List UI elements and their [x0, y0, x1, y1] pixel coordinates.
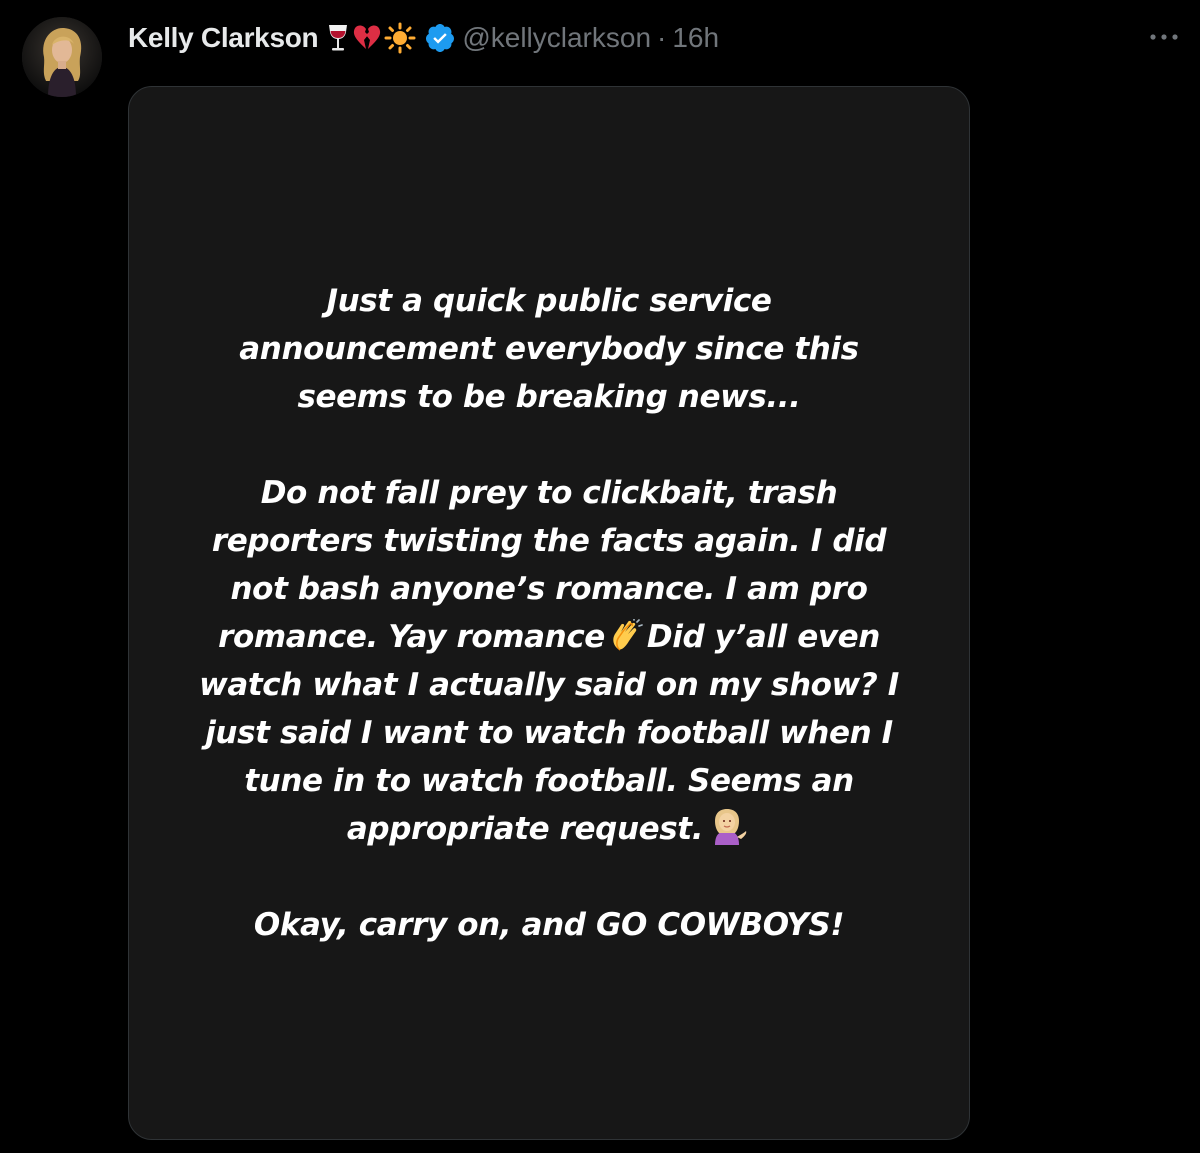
separator-dot: ·: [657, 22, 667, 53]
verified-badge-icon[interactable]: [424, 22, 456, 54]
tweet-header: Kelly Clarkson @kellyclarkson · 16h: [128, 18, 719, 58]
story-line: romance. Yay romance Did y’all even: [129, 613, 969, 661]
story-line: appropriate request.: [129, 805, 969, 853]
story-paragraph-3: Okay, carry on, and GO COWBOYS!: [129, 901, 969, 949]
name-emoji-group: [326, 22, 416, 54]
story-line: just said I want to watch football when …: [205, 715, 893, 751]
story-line: watch what I actually said on my show? I: [199, 667, 899, 703]
story-line-segment: Did y’all even: [646, 619, 880, 655]
sun-icon: [384, 22, 416, 54]
story-line: Okay, carry on, and GO COWBOYS!: [253, 907, 845, 943]
story-line: tune in to watch football. Seems an: [244, 763, 854, 799]
story-line-segment: appropriate request.: [346, 811, 704, 847]
more-options-icon[interactable]: [1146, 22, 1182, 52]
story-line-segment: romance. Yay romance: [218, 619, 605, 655]
clapping-hands-icon: [609, 619, 643, 653]
broken-heart-icon: [352, 24, 382, 52]
story-line: reporters twisting the facts again. I di…: [211, 523, 887, 559]
tweet[interactable]: Kelly Clarkson @kellyclarkson · 16h Just…: [0, 0, 1200, 1153]
story-text: Just a quick public service announcement…: [129, 277, 969, 997]
story-paragraph-2: Do not fall prey to clickbait, trash rep…: [129, 469, 969, 853]
story-paragraph-1: Just a quick public service announcement…: [129, 277, 969, 421]
person-tipping-hand-icon: [707, 809, 747, 845]
display-name[interactable]: Kelly Clarkson: [128, 22, 319, 54]
story-line: announcement everybody since this: [239, 331, 859, 367]
story-image[interactable]: Just a quick public service announcement…: [128, 86, 970, 1140]
story-line: not bash anyone’s romance. I am pro: [230, 571, 868, 607]
avatar[interactable]: [22, 17, 102, 97]
wine-glass-icon: [326, 23, 350, 53]
timestamp[interactable]: 16h: [672, 22, 719, 54]
story-line: seems to be breaking news...: [297, 379, 801, 415]
handle[interactable]: @kellyclarkson: [462, 22, 651, 54]
story-line: Just a quick public service: [326, 283, 772, 319]
story-line: Do not fall prey to clickbait, trash: [260, 475, 838, 511]
